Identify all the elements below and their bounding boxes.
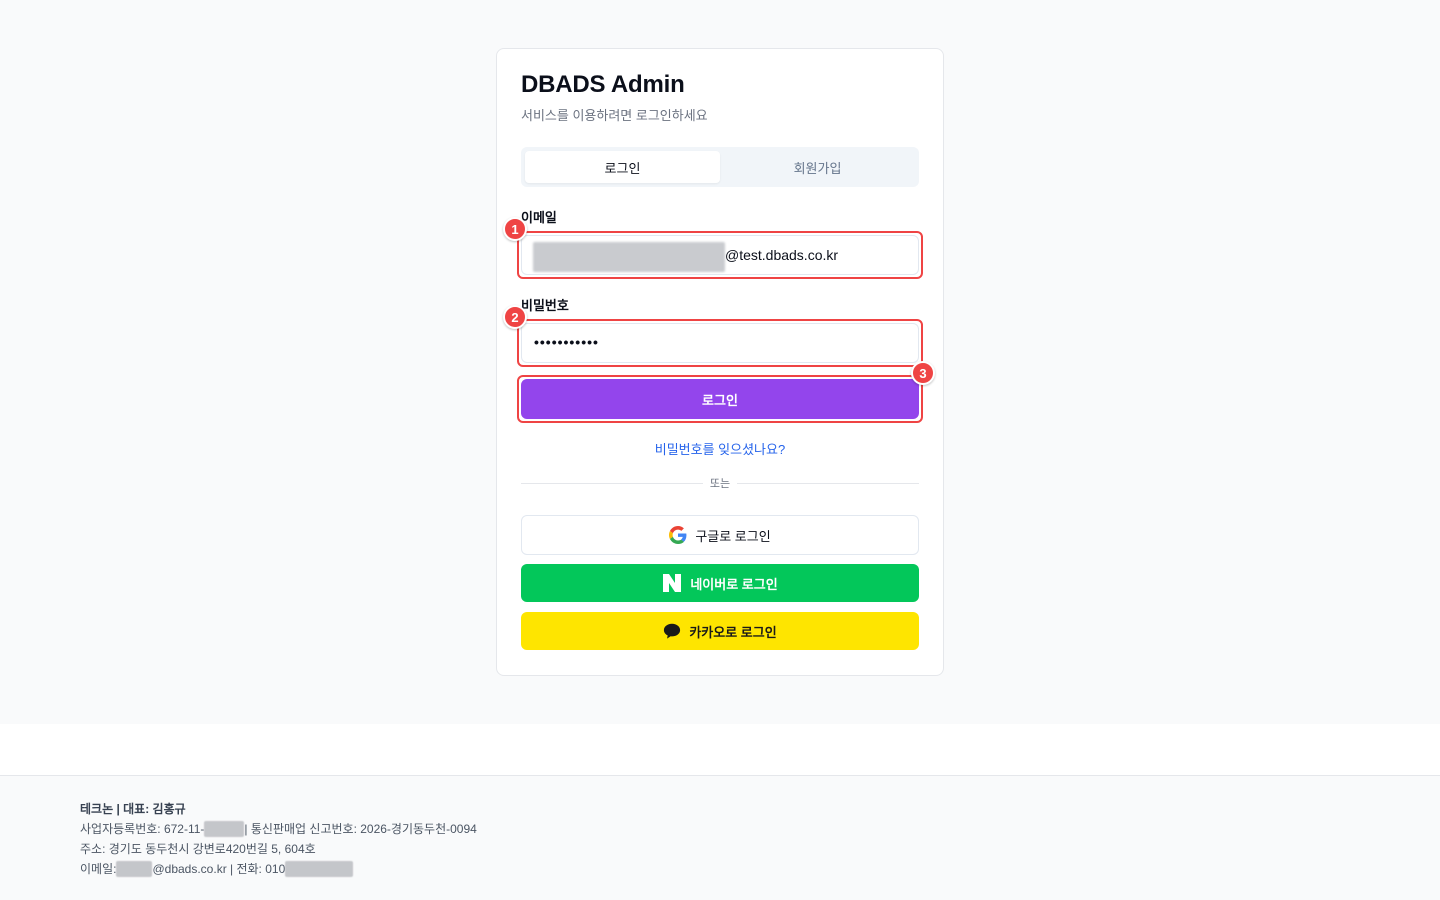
page-title: DBADS Admin	[521, 71, 685, 98]
kakao-login-button[interactable]: 카카오로 로그인	[521, 612, 919, 650]
site-footer: 테크논 | 대표: 김홍규 사업자등록번호: 672-11- | 통신판매업 신…	[0, 776, 1440, 900]
footer-biz-reg-suffix: | 통신판매업 신고번호: 2026-경기동두천-0094	[244, 822, 477, 836]
footer-biz-reg-prefix: 사업자등록번호: 672-11-	[80, 822, 205, 836]
footer-address: 주소: 경기도 동두천시 강변로420번길 5, 604호	[80, 842, 316, 856]
email-field[interactable]: @test.dbads.co.kr	[521, 235, 919, 275]
login-button[interactable]: 로그인	[521, 379, 919, 419]
naver-login-label: 네이버로 로그인	[690, 576, 778, 592]
tab-signup[interactable]: 회원가입	[720, 151, 915, 183]
email-value: @test.dbads.co.kr	[725, 247, 839, 263]
kakao-login-label: 카카오로 로그인	[689, 624, 777, 640]
footer-spacer	[0, 724, 1440, 776]
main-area: DBADS Admin 서비스를 이용하려면 로그인하세요 로그인 회원가입 이…	[0, 0, 1440, 724]
google-login-label: 구글로 로그인	[695, 528, 771, 544]
naver-n-icon	[662, 573, 682, 593]
footer-phone-redaction	[285, 860, 354, 877]
password-field[interactable]: •••••••••••	[521, 323, 919, 363]
tab-login[interactable]: 로그인	[525, 151, 720, 183]
google-g-icon	[669, 526, 687, 544]
forgot-password-link[interactable]: 비밀번호를 잊으셨나요?	[497, 439, 943, 458]
google-login-button[interactable]: 구글로 로그인	[521, 515, 919, 555]
footer-company: 테크논 | 대표: 김홍규	[80, 802, 186, 816]
footer-email-prefix: 이메일:	[80, 862, 117, 876]
password-label: 비밀번호	[521, 298, 569, 313]
naver-login-button[interactable]: 네이버로 로그인	[521, 564, 919, 602]
annotation-badge-3: 3	[911, 361, 935, 385]
login-card: DBADS Admin 서비스를 이용하려면 로그인하세요 로그인 회원가입 이…	[496, 48, 944, 676]
kakao-speech-bubble-icon	[663, 622, 681, 640]
divider-text: 또는	[709, 478, 731, 490]
email-label: 이메일	[521, 210, 557, 225]
footer-contact: 이메일: @dbads.co.kr | 전화: 010	[80, 860, 354, 877]
annotation-badge-1: 1	[503, 217, 527, 241]
password-value: •••••••••••	[534, 334, 599, 350]
footer-email-suffix: @dbads.co.kr | 전화: 010	[152, 862, 286, 876]
annotation-badge-2: 2	[503, 305, 527, 329]
footer-biz-redaction	[204, 820, 245, 837]
auth-tabs: 로그인 회원가입	[521, 147, 919, 187]
page-subtitle: 서비스를 이용하려면 로그인하세요	[521, 108, 708, 123]
email-redaction	[533, 242, 725, 272]
footer-biz-info: 사업자등록번호: 672-11- | 통신판매업 신고번호: 2026-경기동두…	[80, 820, 477, 837]
footer-email-redaction	[116, 860, 153, 877]
